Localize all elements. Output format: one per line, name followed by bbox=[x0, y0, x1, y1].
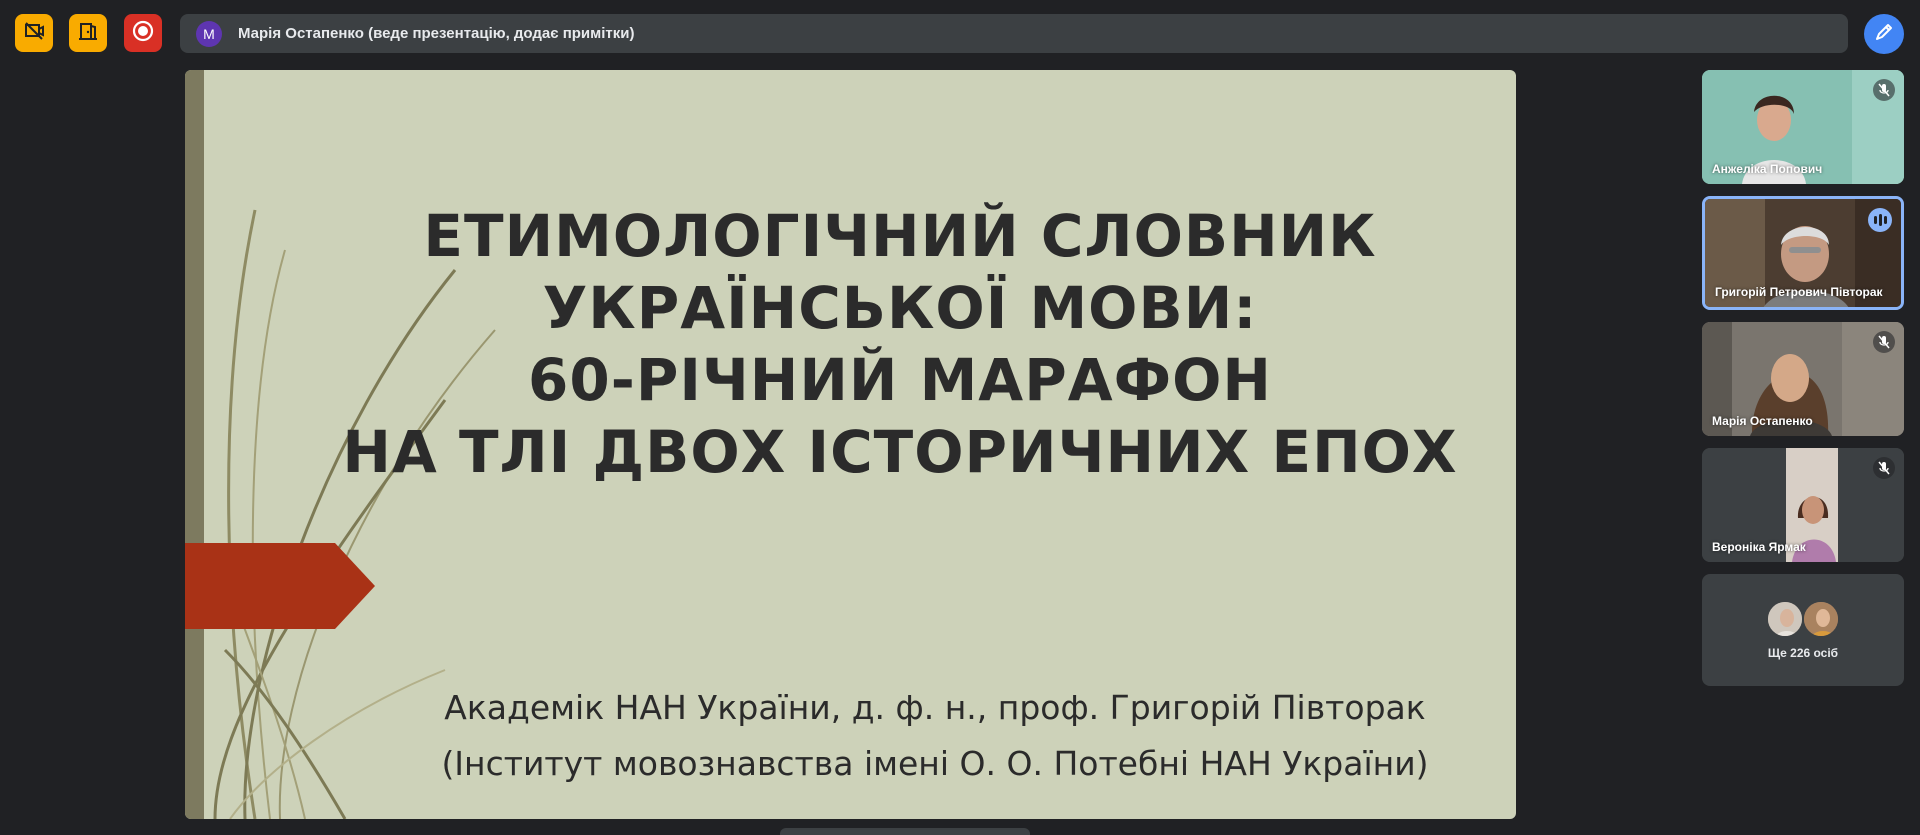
participant-name: Вероніка Ярмак bbox=[1712, 540, 1806, 554]
presenter-avatar: M bbox=[196, 20, 222, 47]
leave-room-button[interactable] bbox=[69, 14, 107, 52]
presenter-banner: M Марія Остапенко (веде презентацію, дод… bbox=[180, 14, 1848, 53]
more-participants-label: Ще 226 осіб bbox=[1767, 646, 1839, 660]
participant-tile-active-speaker[interactable]: Григорій Петрович Півторак bbox=[1702, 196, 1904, 310]
bottom-toolbar-handle[interactable] bbox=[780, 828, 1030, 835]
participant-tile[interactable]: Вероніка Ярмак bbox=[1702, 448, 1904, 562]
participant-tile[interactable]: Марія Остапенко bbox=[1702, 322, 1904, 436]
avatar bbox=[1802, 600, 1840, 638]
slide-title-line: 60-РІЧНИЙ МАРАФОН bbox=[528, 346, 1272, 414]
annotate-button[interactable] bbox=[1864, 14, 1904, 54]
presentation-slide: ЕТИМОЛОГІЧНИЙ СЛОВНИК УКРАЇНСЬКОЇ МОВИ: … bbox=[185, 70, 1516, 819]
recording-button[interactable] bbox=[124, 14, 162, 52]
presenter-banner-text: Марія Остапенко (веде презентацію, додає… bbox=[238, 25, 635, 42]
mic-off-icon bbox=[1873, 457, 1895, 479]
slide-subtitle-line: (Інститут мовознавства імені О. О. Потеб… bbox=[441, 744, 1429, 783]
mic-off-icon bbox=[1873, 331, 1895, 353]
participant-name: Григорій Петрович Півторак bbox=[1715, 285, 1883, 299]
participant-name: Анжеліка Попович bbox=[1712, 162, 1823, 176]
slide-subtitle-line: Академік НАН України, д. ф. н., проф. Гр… bbox=[444, 688, 1426, 727]
camera-off-icon bbox=[23, 20, 45, 47]
slide-title-line: УКРАЇНСЬКОЇ МОВИ: bbox=[542, 274, 1258, 342]
stop-presenting-button[interactable] bbox=[15, 14, 53, 52]
pen-icon bbox=[1873, 21, 1895, 48]
top-bar: M Марія Остапенко (веде презентацію, дод… bbox=[0, 0, 1920, 68]
participant-name: Марія Остапенко bbox=[1712, 414, 1813, 428]
record-icon bbox=[131, 19, 155, 48]
participant-tile[interactable]: Анжеліка Попович bbox=[1702, 70, 1904, 184]
door-icon bbox=[77, 20, 99, 47]
slide-title: ЕТИМОЛОГІЧНИЙ СЛОВНИК УКРАЇНСЬКОЇ МОВИ: … bbox=[325, 200, 1475, 488]
more-participants-tile[interactable]: Ще 226 осіб bbox=[1702, 574, 1904, 686]
avatar bbox=[1766, 600, 1804, 638]
slide-subtitle: Академік НАН України, д. ф. н., проф. Гр… bbox=[385, 680, 1485, 792]
slide-title-line: НА ТЛІ ДВОХ ІСТОРИЧНИХ ЕПОХ bbox=[342, 418, 1458, 486]
speaking-indicator-icon bbox=[1868, 208, 1892, 232]
slide-arrow-shape bbox=[185, 543, 375, 629]
slide-title-line: ЕТИМОЛОГІЧНИЙ СЛОВНИК bbox=[423, 202, 1377, 270]
meet-window: M Марія Остапенко (веде презентацію, дод… bbox=[0, 0, 1920, 835]
mic-off-icon bbox=[1873, 79, 1895, 101]
